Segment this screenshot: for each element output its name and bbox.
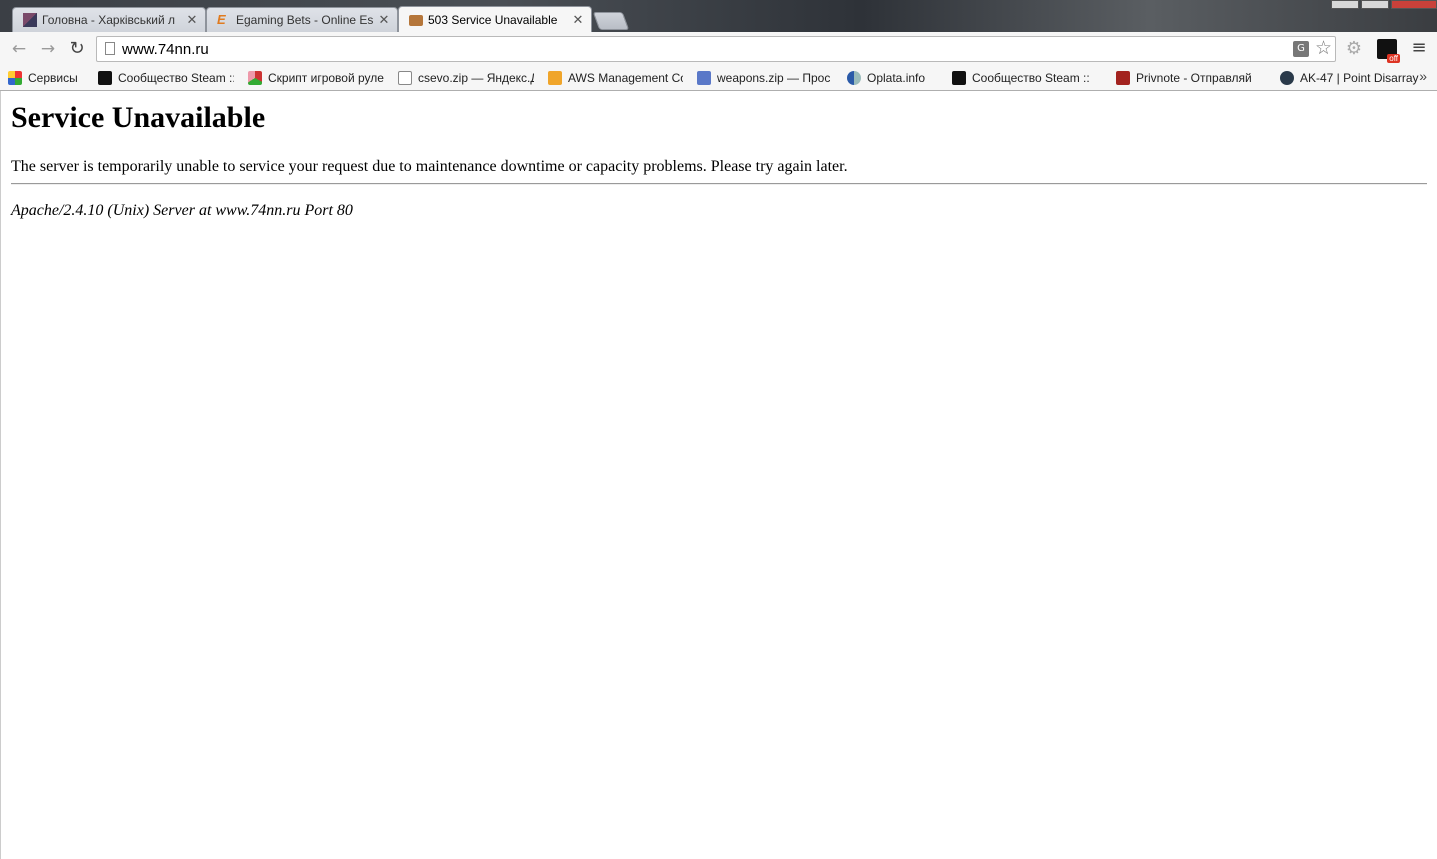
bookmark-weapons-zip[interactable]: weapons.zip — Прос [689, 68, 839, 88]
extension-off-icon[interactable]: off [1377, 39, 1400, 63]
tab-close-icon[interactable]: ✕ [185, 12, 199, 28]
close-window-button[interactable] [1391, 0, 1437, 9]
kharkiv-favicon-icon [23, 13, 37, 27]
reload-icon[interactable]: ↻ [67, 39, 87, 59]
page-title: Service Unavailable [11, 101, 266, 134]
steam-icon [98, 70, 112, 85]
window-controls [1329, 0, 1437, 9]
back-arrow-icon[interactable]: ← [9, 39, 29, 59]
tab-service-unavailable[interactable]: 503 Service Unavailable ✕ [398, 6, 592, 32]
egaming-favicon-icon: E [217, 12, 226, 27]
oplata-icon [847, 70, 861, 85]
tab-label: 503 Service Unavailable [428, 12, 558, 27]
tab-close-icon[interactable]: ✕ [377, 12, 391, 28]
omnibox[interactable]: G ☆ [96, 36, 1336, 62]
bookmark-star-icon[interactable]: ☆ [1315, 37, 1332, 59]
tab-close-icon[interactable]: ✕ [571, 12, 585, 28]
tab-kharkiv[interactable]: Головна - Харківський л ✕ [12, 7, 206, 32]
new-tab-button[interactable] [592, 12, 630, 30]
bookmark-roulette-script[interactable]: Скрипт игровой руле [240, 68, 390, 88]
bookmark-ak47-point-disarray[interactable]: AK-47 | Point Disarray [1272, 68, 1434, 88]
apps-grid-icon [8, 70, 22, 85]
extension-gear-icon[interactable]: ⚙ [1344, 39, 1364, 59]
yandex-disk-icon [398, 70, 412, 85]
csgo-icon [1280, 70, 1294, 85]
privnote-icon [1116, 70, 1130, 85]
page-icon [105, 42, 115, 55]
translate-icon[interactable]: G [1293, 41, 1309, 57]
bookmark-services[interactable]: Сервисы [0, 68, 90, 88]
maximize-button[interactable] [1361, 0, 1389, 9]
steam-icon [952, 70, 966, 85]
window-titlebar: Головна - Харківський л ✕ E Egaming Bets… [0, 0, 1437, 32]
hamburger-menu-icon[interactable]: ≡ [1410, 38, 1428, 58]
roulette-icon [248, 70, 262, 85]
browser-toolbar: ← → ↻ G ☆ ⚙ off ≡ [0, 32, 1437, 65]
bookmark-steam-community[interactable]: Сообщество Steam :: [90, 68, 240, 88]
tab-label: Головна - Харківський л [42, 13, 176, 27]
bookmark-oplata-info[interactable]: Oplata.info [839, 68, 944, 88]
divider [11, 183, 1427, 185]
bookmark-steam-community-2[interactable]: Сообщество Steam :: [944, 68, 1108, 88]
address-input[interactable] [122, 38, 1282, 60]
briefcase-favicon-icon [409, 15, 423, 26]
tab-egaming[interactable]: E Egaming Bets - Online Esp ✕ [206, 7, 398, 32]
server-signature: Apache/2.4.10 (Unix) Server at www.74nn.… [11, 202, 353, 219]
forward-arrow-icon[interactable]: → [38, 39, 58, 59]
tab-label: Egaming Bets - Online Esp [236, 13, 373, 27]
bookmark-aws-management[interactable]: AWS Management Co [540, 68, 689, 88]
bookmarks-bar: Сервисы Сообщество Steam :: Скрипт игров… [0, 65, 1437, 91]
bookmarks-overflow-chevron-icon[interactable]: » [1419, 68, 1427, 84]
bookmark-privnote[interactable]: Privnote - Отправляй [1108, 68, 1272, 88]
error-message: The server is temporarily unable to serv… [11, 158, 848, 175]
bookmark-csevo-zip[interactable]: csevo.zip — Яндекс.Д [390, 68, 540, 88]
page-content: Service Unavailable The server is tempor… [0, 91, 1437, 859]
aws-cube-icon [548, 70, 562, 85]
off-badge: off [1387, 54, 1400, 63]
minimize-button[interactable] [1331, 0, 1359, 9]
document-icon [697, 70, 711, 85]
